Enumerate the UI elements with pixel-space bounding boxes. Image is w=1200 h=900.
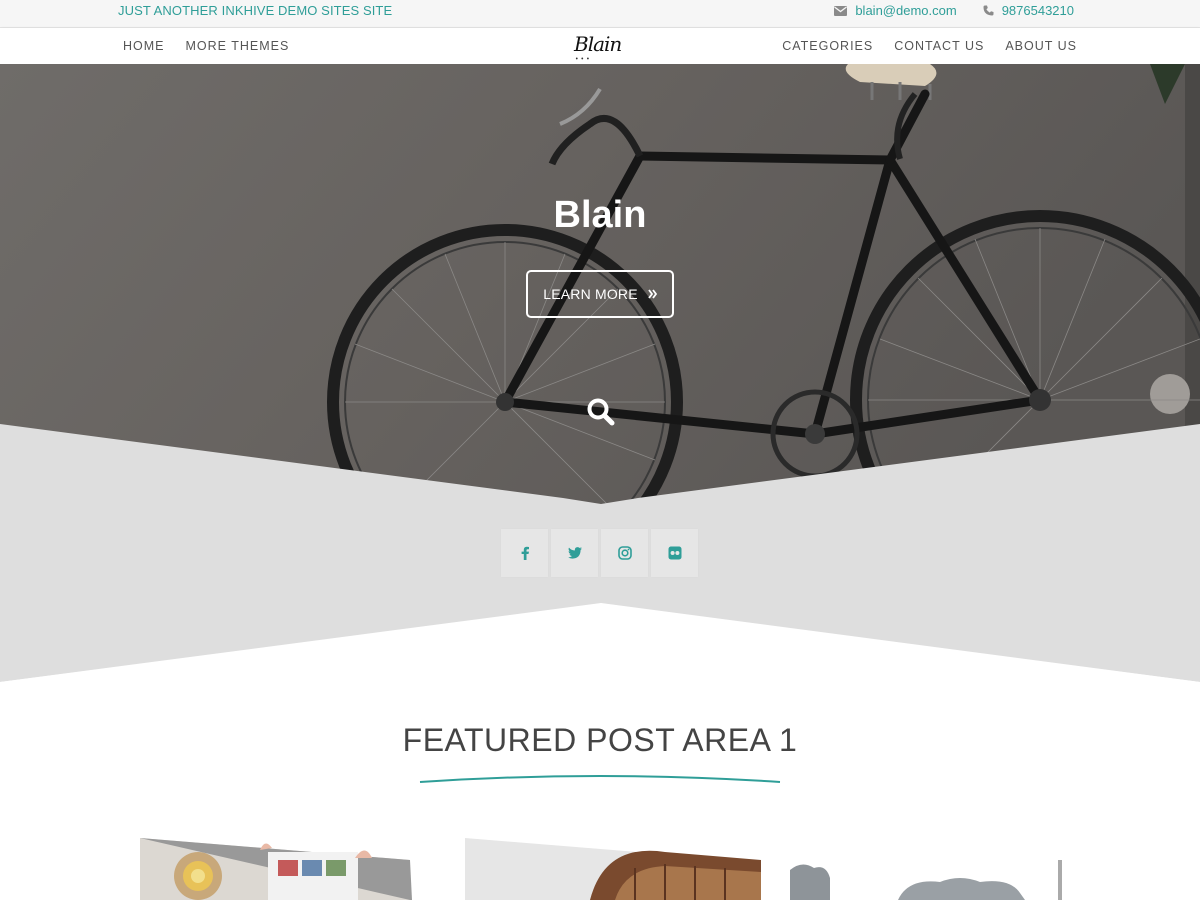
phone-icon (983, 5, 994, 16)
logo-text: Blain (574, 32, 622, 56)
learn-more-button[interactable]: LEARN MORE (526, 270, 674, 318)
contact-email[interactable]: blain@demo.com (855, 3, 956, 18)
social-links (501, 529, 698, 577)
nav-item-more-themes[interactable]: MORE THEMES (186, 39, 290, 53)
twitter-icon[interactable] (551, 529, 598, 577)
title-underline (419, 775, 781, 783)
featured-post-card[interactable] (140, 838, 415, 900)
featured-post-card[interactable] (790, 838, 1065, 900)
facebook-icon[interactable] (501, 529, 548, 577)
featured-post-card[interactable] (465, 838, 765, 900)
nav-item-contact-us[interactable]: CONTACT US (894, 39, 984, 53)
hero-title: Blain (553, 194, 647, 236)
post-thumbnail (140, 838, 412, 900)
nav-left-group: HOME MORE THEMES (123, 28, 289, 64)
nav-right-group: CATEGORIES CONTACT US ABOUT US (782, 28, 1077, 64)
site-tagline: JUST ANOTHER INKHIVE DEMO SITES SITE (118, 3, 393, 18)
nav-item-about-us[interactable]: ABOUT US (1005, 39, 1077, 53)
learn-more-label: LEARN MORE (543, 286, 638, 302)
nav-item-home[interactable]: HOME (123, 39, 165, 53)
top-bar: JUST ANOTHER INKHIVE DEMO SITES SITE bla… (0, 0, 1200, 28)
contact-info: blain@demo.com 9876543210 (834, 3, 1074, 18)
main-navigation: HOME MORE THEMES Blain ••• CATEGORIES CO… (0, 28, 1200, 64)
featured-section-title: FEATURED POST AREA 1 (402, 722, 798, 758)
double-chevron-right-icon (648, 286, 657, 302)
flickr-icon[interactable] (651, 529, 698, 577)
post-thumbnail (790, 838, 1062, 900)
contact-phone[interactable]: 9876543210 (1002, 3, 1074, 18)
logo-dots: ••• (575, 56, 592, 63)
nav-item-categories[interactable]: CATEGORIES (782, 39, 873, 53)
instagram-icon[interactable] (601, 529, 648, 577)
post-thumbnail (465, 838, 761, 900)
envelope-icon (834, 5, 848, 16)
site-logo[interactable]: Blain ••• (574, 32, 624, 63)
